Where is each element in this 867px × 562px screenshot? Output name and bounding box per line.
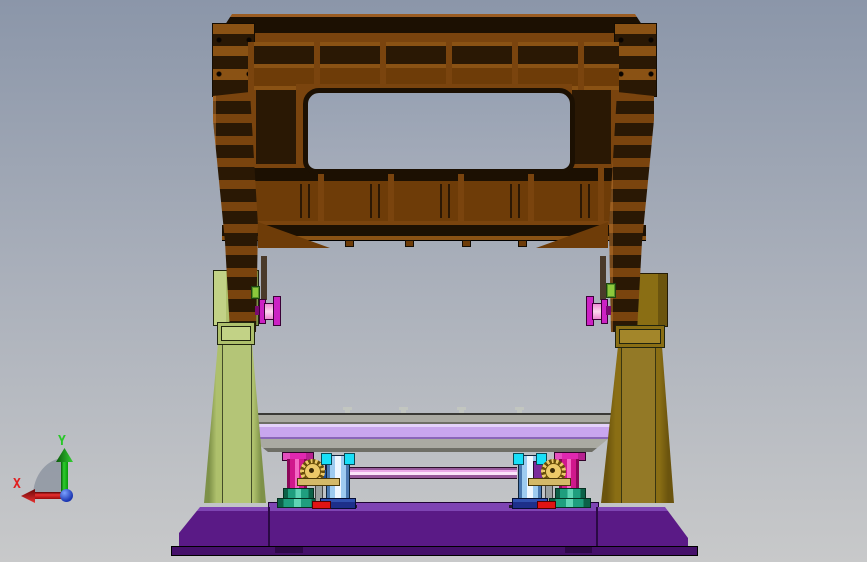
right-column-inner-face: [621, 346, 656, 503]
left-column-pedestal: [204, 343, 266, 503]
left-gear-pin: [309, 468, 314, 473]
right-column-collar: [615, 325, 665, 348]
left-guide-block: [251, 286, 260, 299]
x-axis-arrowhead-icon: [21, 489, 35, 503]
base-notch: [275, 547, 303, 553]
left-cyl-cap-right: [344, 453, 355, 465]
crown-right-flange-stack: [614, 23, 657, 97]
right-red-shim: [537, 501, 556, 509]
left-jack-bracket: [297, 478, 340, 486]
left-cyl-cap-left: [321, 453, 332, 465]
table-top-plate: [247, 413, 612, 424]
right-crank-stem: [606, 306, 611, 315]
base-seam: [268, 507, 270, 547]
table-slab: [249, 424, 613, 439]
z-axis-ball-icon: [60, 489, 73, 502]
crown-bottom-tab: [462, 240, 471, 247]
crown-top-cap: [212, 14, 655, 45]
crown-bottom-tab: [518, 240, 527, 247]
x-axis-label: X: [13, 477, 21, 492]
base-main-block: [179, 507, 688, 547]
left-collar-inset: [221, 326, 251, 341]
left-column-inner-face: [222, 343, 252, 503]
right-guide-block: [606, 283, 616, 298]
table-under-beam: [252, 439, 608, 452]
right-jack-bracket: [528, 478, 571, 486]
base-seam: [596, 507, 598, 547]
crown-bottom-tab: [345, 240, 354, 247]
y-axis-arrowhead-icon: [56, 448, 73, 462]
right-collar-inset: [619, 329, 661, 344]
base-notch: [565, 547, 592, 553]
left-column-collar: [217, 322, 255, 345]
right-column-pedestal: [601, 346, 674, 503]
left-screw-hanger-plate: [261, 256, 267, 300]
cad-viewport[interactable]: X Y: [0, 0, 867, 562]
crown-window-opening: [303, 88, 575, 174]
left-red-shim: [312, 501, 331, 509]
base-bottom-plate: [171, 546, 698, 556]
drive-shaft: [347, 467, 517, 479]
y-axis-label: Y: [58, 434, 66, 449]
left-crank-outer-flange: [273, 296, 281, 326]
right-cyl-cap-left: [513, 453, 524, 465]
crown-bottom-tab: [405, 240, 414, 247]
panel-slot-marks: [270, 184, 610, 218]
crown-upper-panel-row: [248, 42, 619, 90]
right-gear-pin: [550, 468, 555, 473]
